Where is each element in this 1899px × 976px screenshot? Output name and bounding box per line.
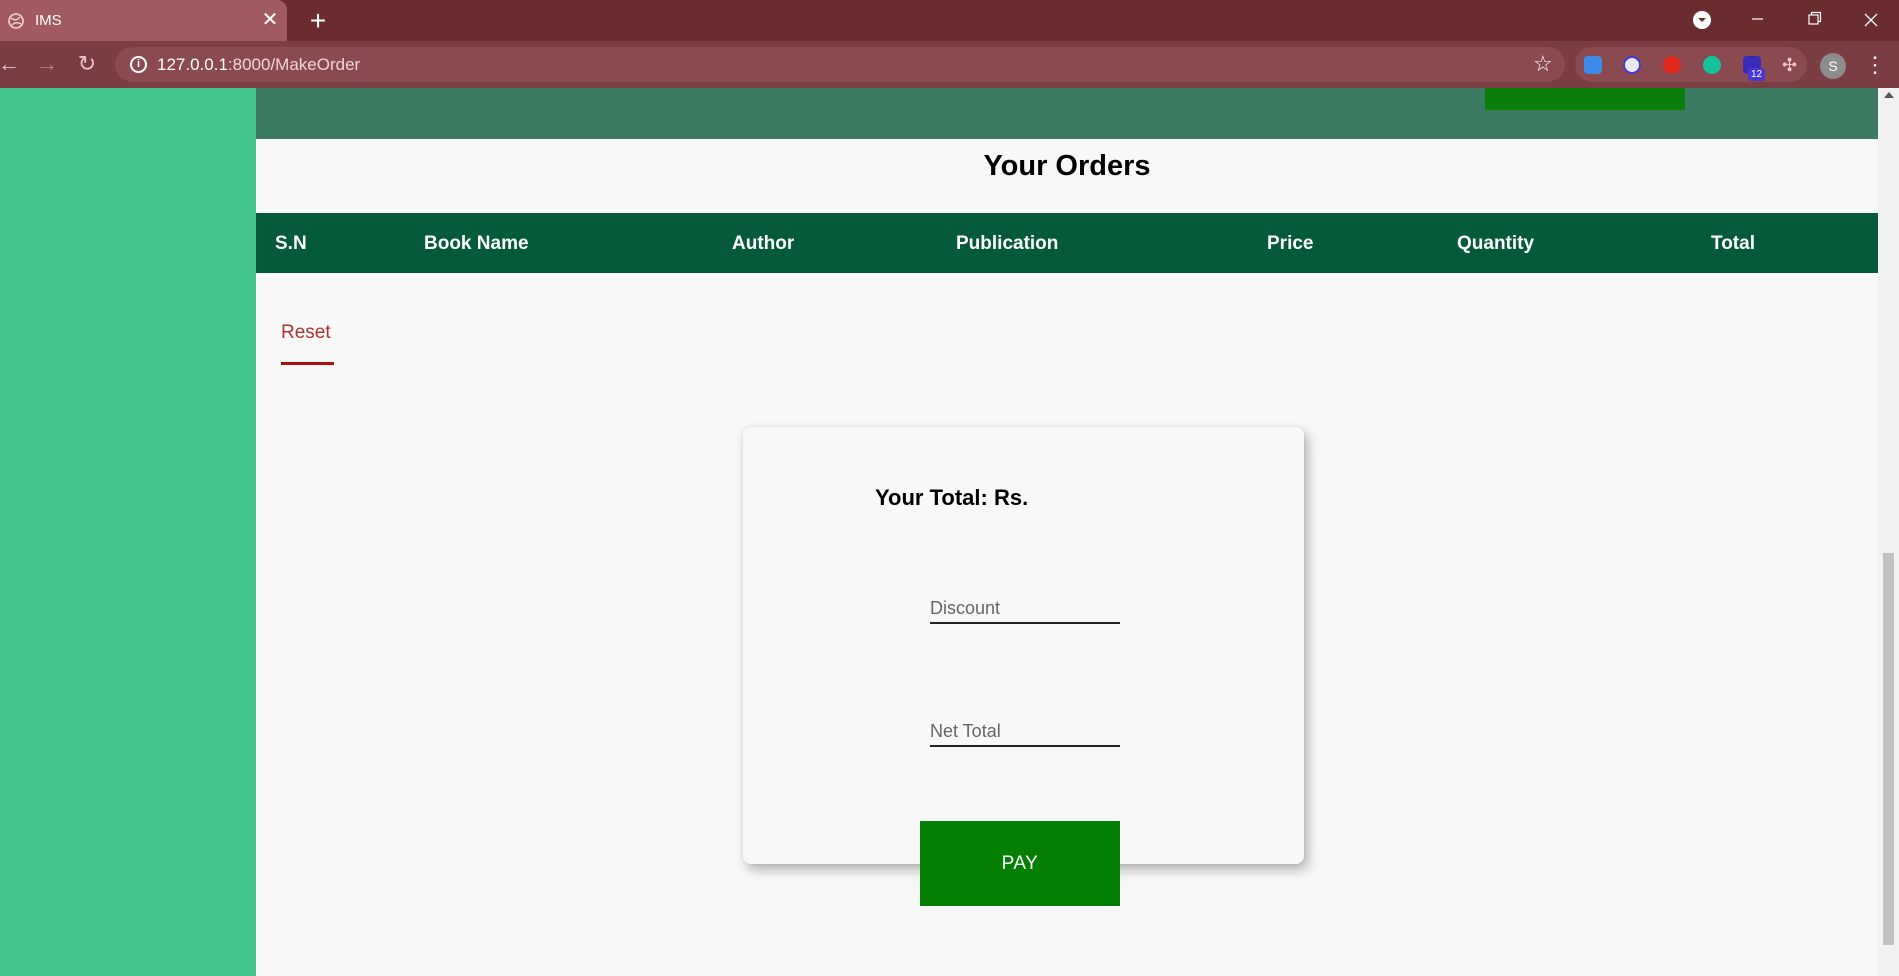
profile-avatar[interactable]: S	[1820, 53, 1846, 79]
blocker-extension-icon[interactable]	[1623, 56, 1641, 74]
translate-extension-icon[interactable]	[1584, 56, 1602, 74]
column-header-quantity: Quantity	[1457, 233, 1535, 254]
globe-icon	[8, 13, 24, 29]
reset-underline	[281, 362, 334, 365]
address-bar[interactable]: i 127.0.0.1:8000/MakeOrder ☆	[115, 47, 1565, 82]
restore-icon[interactable]	[1792, 3, 1836, 37]
column-header-publication: Publication	[956, 233, 1059, 254]
orders-title: Your Orders	[983, 150, 1151, 182]
grammarly-extension-icon[interactable]	[1703, 56, 1721, 74]
tab-title: IMS	[35, 12, 62, 29]
close-tab-icon[interactable]: ✕	[260, 8, 280, 32]
reload-icon[interactable]: ↻	[74, 51, 100, 77]
extensions-area: ✣	[1575, 47, 1807, 82]
scroll-up-arrow-icon[interactable]	[1884, 92, 1894, 98]
window-close-icon[interactable]	[1849, 3, 1893, 37]
adblock-extension-icon[interactable]	[1663, 56, 1681, 74]
browser-tab-bar: IMS ✕ +	[0, 0, 1899, 41]
column-header-sn: S.N	[275, 233, 307, 254]
orders-table-header: S.N Book Name Author Publication Price Q…	[256, 213, 1878, 273]
column-header-author: Author	[732, 233, 795, 254]
puzzle-extensions-icon[interactable]: ✣	[1782, 56, 1800, 74]
total-label: Your Total: Rs.	[875, 485, 1029, 510]
column-header-price: Price	[1267, 233, 1314, 254]
net-total-field[interactable]	[930, 717, 1120, 747]
discount-field[interactable]	[930, 594, 1120, 624]
extension-badge: 12	[1748, 68, 1766, 81]
new-tab-icon[interactable]: +	[305, 6, 331, 36]
pay-button[interactable]: PAY	[920, 821, 1120, 906]
minimize-icon[interactable]	[1735, 3, 1779, 37]
back-icon[interactable]: ←	[0, 51, 22, 77]
sidebar	[0, 88, 256, 976]
site-info-icon[interactable]: i	[130, 56, 147, 73]
scroll-thumb[interactable]	[1883, 553, 1894, 945]
bookmark-star-icon[interactable]: ☆	[1533, 51, 1553, 77]
forward-icon[interactable]: →	[34, 51, 60, 77]
column-header-book-name: Book Name	[424, 233, 529, 254]
reset-link[interactable]: Reset	[281, 322, 331, 344]
tab-search-icon[interactable]	[1693, 11, 1711, 29]
column-header-total: Total	[1711, 233, 1755, 254]
banner-button[interactable]	[1485, 88, 1685, 110]
url-text[interactable]: 127.0.0.1:8000/MakeOrder	[157, 55, 360, 75]
menu-dots-icon[interactable]: ⋮	[1864, 52, 1886, 78]
browser-tab[interactable]: IMS ✕	[0, 0, 287, 41]
